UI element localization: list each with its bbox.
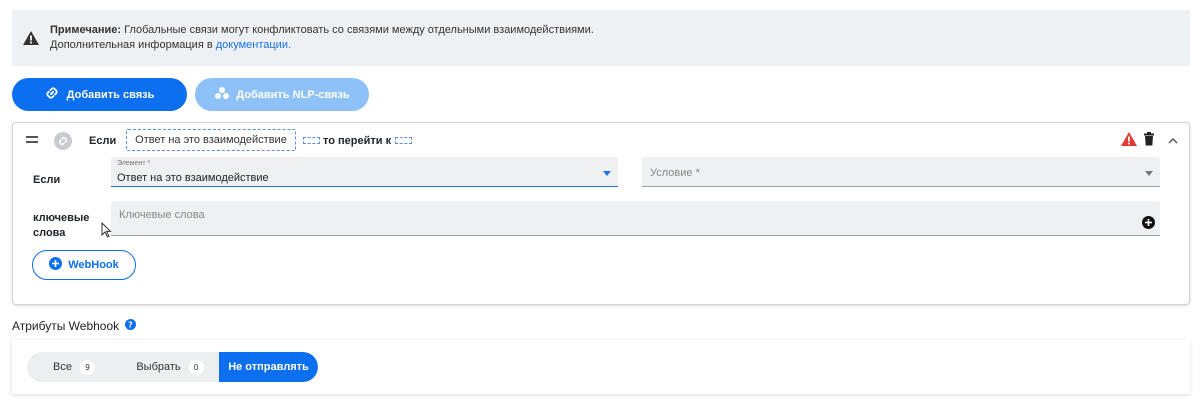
link-icon xyxy=(54,132,72,150)
segment-all[interactable]: Все 9 xyxy=(27,352,121,382)
keywords-label-line1: ключевые xyxy=(33,212,90,224)
add-nlp-link-button[interactable]: Добавить NLP-связь xyxy=(195,78,369,111)
trash-icon[interactable] xyxy=(1143,132,1155,146)
help-icon[interactable]: ? xyxy=(125,319,137,333)
svg-text:?: ? xyxy=(128,321,133,330)
keywords-placeholder: Ключевые слова xyxy=(119,209,205,221)
keywords-row-label: ключевые слова xyxy=(33,211,89,241)
element-select-value: Ответ на это взаимодействие xyxy=(117,172,269,184)
documentation-link[interactable]: документации. xyxy=(216,39,291,51)
keywords-input[interactable]: Ключевые слова xyxy=(111,201,1160,236)
add-link-label: Добавить связь xyxy=(66,88,155,101)
segment-all-label: Все xyxy=(53,361,72,373)
link-icon xyxy=(45,86,59,103)
element-select[interactable]: Элемент * Ответ на это взаимодействие xyxy=(111,157,618,187)
note-banner: Примечание: Глобальные связи могут конфл… xyxy=(12,10,1190,66)
webhook-label: WebHook xyxy=(68,259,119,271)
header-if-label: Если xyxy=(89,135,117,147)
attributes-title-text: Атрибуты Webhook xyxy=(12,319,120,333)
placeholder-slot[interactable] xyxy=(303,137,320,144)
caret-down-icon xyxy=(1145,171,1153,176)
attributes-segmented-control: Все 9 Выбрать 0 Не отправлять xyxy=(27,352,318,382)
webhook-attributes-title: Атрибуты Webhook ? xyxy=(12,319,137,333)
add-link-button[interactable]: Добавить связь xyxy=(12,78,187,111)
target-slot[interactable] xyxy=(395,137,412,144)
add-nlp-label: Добавить NLP-связь xyxy=(236,88,350,101)
rule-card: Если Ответ на это взаимодействие то пере… xyxy=(12,122,1190,305)
caret-down-icon xyxy=(603,171,611,176)
segment-select-count: 0 xyxy=(188,359,204,375)
alert-icon xyxy=(1120,131,1138,149)
segment-select-label: Выбрать xyxy=(136,361,181,373)
drag-handle-icon[interactable] xyxy=(26,136,38,146)
nlp-icon xyxy=(214,86,230,103)
element-select-label: Элемент * xyxy=(117,160,151,167)
if-row-label: Если xyxy=(33,174,61,186)
rule-header: Если Ответ на это взаимодействие то пере… xyxy=(13,123,1189,159)
keywords-label-line2: слова xyxy=(33,227,66,239)
note-body: Глобальные связи могут конфликтовать со … xyxy=(121,24,594,36)
segment-do-not-send[interactable]: Не отправлять xyxy=(219,352,318,382)
chevron-up-icon[interactable] xyxy=(1167,135,1179,145)
header-goto-label: то перейти к xyxy=(323,135,392,147)
condition-chip[interactable]: Ответ на это взаимодействие xyxy=(126,129,296,151)
attributes-panel: Все 9 Выбрать 0 Не отправлять xyxy=(12,340,1190,394)
segment-all-count: 9 xyxy=(79,359,95,375)
plus-circle-icon xyxy=(49,257,63,273)
cursor-icon xyxy=(101,221,113,241)
segment-select[interactable]: Выбрать 0 xyxy=(121,352,219,382)
condition-select[interactable]: Условие * xyxy=(642,157,1160,187)
webhook-button[interactable]: WebHook xyxy=(32,250,136,280)
condition-placeholder: Условие * xyxy=(650,167,700,179)
plus-circle-icon[interactable] xyxy=(1142,216,1155,232)
note-bold: Примечание: xyxy=(50,24,122,36)
warning-icon xyxy=(22,28,42,48)
segment-do-not-send-label: Не отправлять xyxy=(228,361,309,373)
note-text: Примечание: Глобальные связи могут конфл… xyxy=(50,23,594,53)
note-line2: Дополнительная информация в xyxy=(50,39,216,51)
